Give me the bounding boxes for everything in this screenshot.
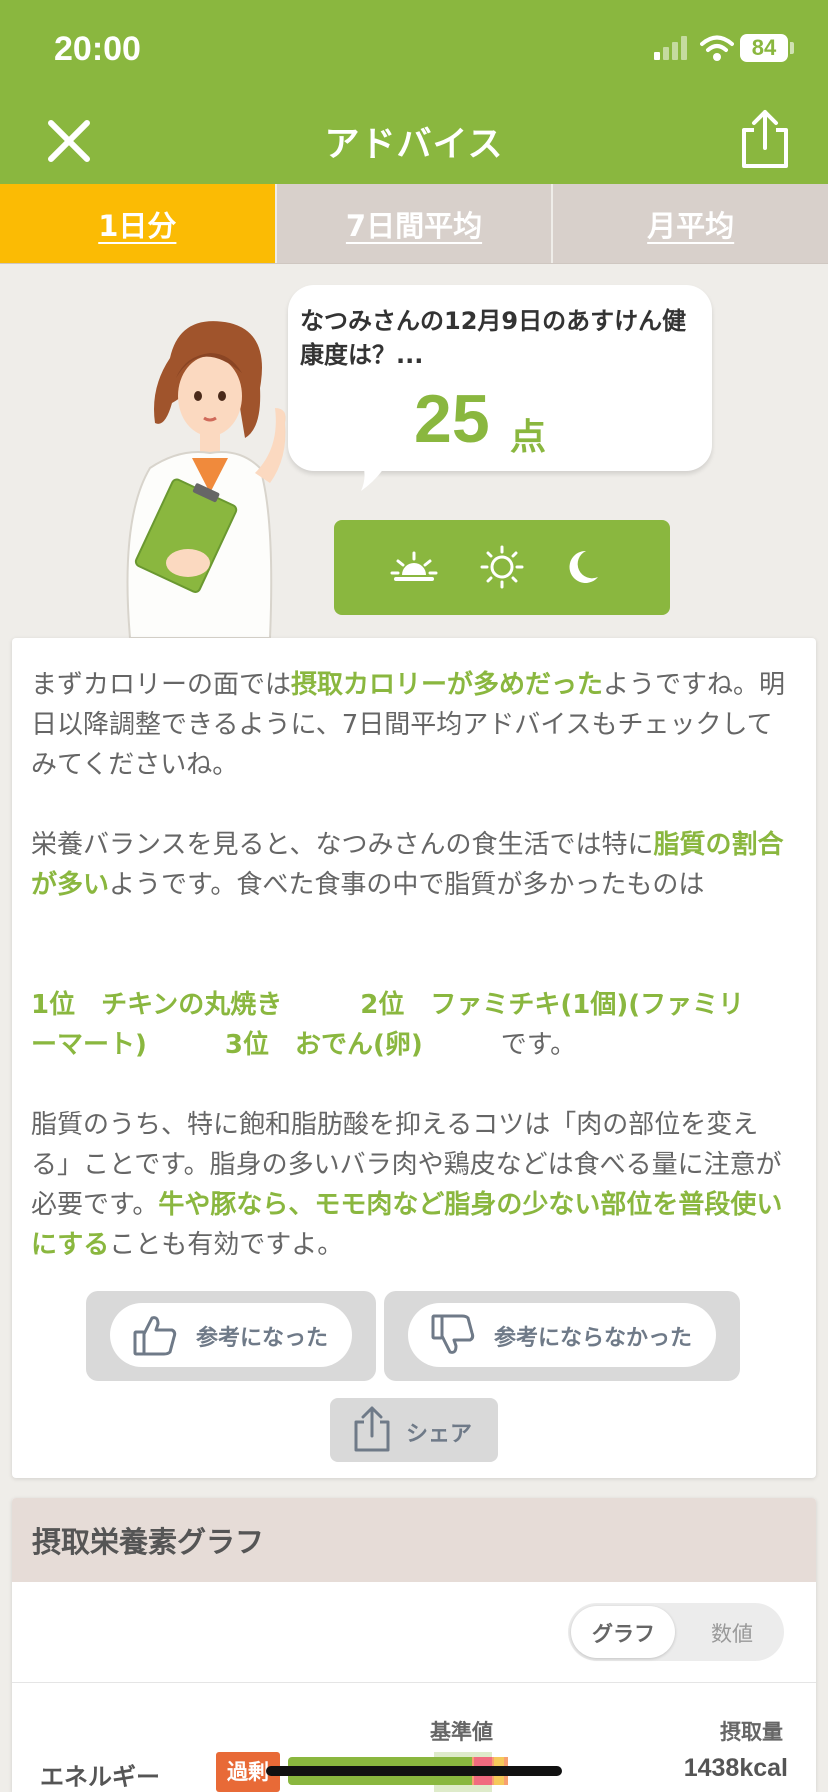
battery-nub xyxy=(790,42,794,54)
fat-ranking-line-2: ーマート) 3位 おでん(卵) です。 xyxy=(31,1025,801,1065)
thumbs-up-icon xyxy=(133,1316,177,1356)
nutrient-graph-title: 摂取栄養素グラフ xyxy=(32,1525,265,1559)
moon-icon[interactable] xyxy=(558,545,606,589)
home-indicator[interactable] xyxy=(266,1766,562,1776)
tab-monthly-average[interactable]: 月平均 xyxy=(551,184,828,263)
period-tabs: 1日分 7日間平均 月平均 xyxy=(0,184,828,264)
fat-ranking-line-1: 1位 チキンの丸焼き 2位 ファミチキ(1個)(ファミリ xyxy=(31,990,745,1020)
not-helpful-label: 参考にならなかった xyxy=(494,1326,693,1351)
advice-calorie-paragraph: まずカロリーの面では摂取カロリーが多めだったようですね。明日以降調整できるように… xyxy=(31,665,793,785)
nutrient-name: エネルギー xyxy=(40,1763,160,1791)
page-title: アドバイス xyxy=(324,125,504,165)
divider xyxy=(12,1682,816,1683)
intake-column-label: 摂取量 xyxy=(720,1720,783,1744)
share-icon[interactable] xyxy=(740,108,790,170)
advice-text: 栄養バランスを見ると、なつみさんの食生活では特に xyxy=(31,830,654,860)
health-score-value: 25 xyxy=(414,381,490,457)
toggle-graph[interactable]: グラフ xyxy=(592,1618,655,1648)
tab-1day[interactable]: 1日分 xyxy=(0,184,275,263)
status-time: 20:00 xyxy=(54,30,141,68)
advice-text: まずカロリーの面では xyxy=(31,670,292,700)
helpful-label: 参考になった xyxy=(196,1326,329,1351)
sunrise-icon[interactable] xyxy=(390,545,438,589)
advice-nutrition-paragraph: 栄養バランスを見ると、なつみさんの食生活では特に脂質の割合が多いようです。食べた… xyxy=(31,825,793,905)
signal-icon xyxy=(654,36,687,60)
advice-text: ようです。食べた食事の中で脂質が多かったものは xyxy=(109,870,705,900)
health-score-question: なつみさんの12月9日のあすけん健康度は？... xyxy=(300,307,687,369)
sun-icon[interactable] xyxy=(478,545,526,589)
share-icon xyxy=(354,1406,390,1452)
advice-highlight: 摂取カロリーが多めだった xyxy=(291,670,604,700)
thumbs-down-icon xyxy=(431,1314,475,1354)
advisor-illustration xyxy=(126,321,286,638)
fat-ranking-items: ーマート) 3位 おでん(卵) xyxy=(31,1030,501,1060)
advice-text: ことも有効ですよ。 xyxy=(109,1230,344,1260)
tab-7day-average[interactable]: 7日間平均 xyxy=(274,184,552,263)
toggle-numbers[interactable]: 数値 xyxy=(711,1618,753,1648)
advice-fat-tip-paragraph: 脂質のうち、特に飽和脂肪酸を抑えるコツは「肉の部位を変える」ことです。脂身の多い… xyxy=(31,1105,793,1265)
fat-ranking-tail: です。 xyxy=(500,1030,577,1060)
speech-bubble-tail xyxy=(359,455,391,491)
share-label: シェア xyxy=(406,1422,473,1447)
wifi-icon xyxy=(700,35,734,61)
energy-amount: 1438kcal xyxy=(683,1754,788,1782)
battery-indicator: 84 xyxy=(740,34,788,62)
health-score-unit: 点 xyxy=(510,417,547,458)
reference-column-label: 基準値 xyxy=(430,1720,493,1744)
